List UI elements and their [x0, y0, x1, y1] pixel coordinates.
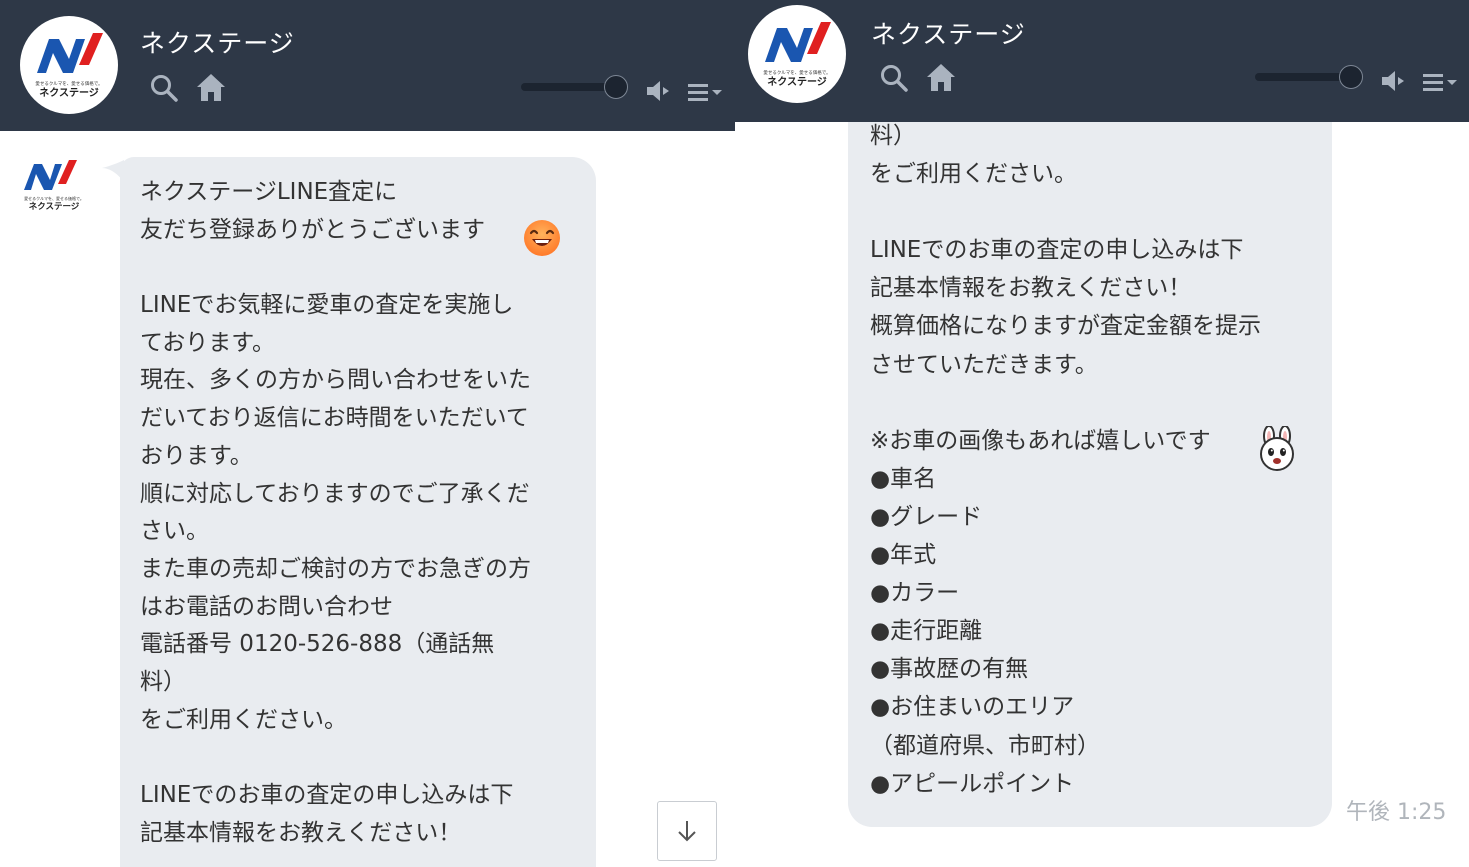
chat-header: 愛せるクルマを、愛せる価格で。 ネクステージ ネクステージ [735, 0, 1469, 122]
account-logo[interactable]: 愛せるクルマを、愛せる価格で。 ネクステージ [748, 5, 846, 103]
message-line: LINEでのお車の査定の申し込みは下 [140, 782, 514, 808]
sender-avatar[interactable]: 愛せるクルマを、愛せる価格で。 ネクステージ [22, 158, 90, 214]
message-line: ております。 [140, 329, 276, 356]
message-line: はお電話のお問い合わせ [140, 593, 393, 620]
message-line: ネクステージLINE査定に [140, 179, 398, 205]
message-line: ●年式 [870, 542, 937, 569]
message-line: 記基本情報をお教えください！ [870, 275, 1192, 302]
message-text: 料） をご利用ください。 LINEでのお車の査定の申し込みは下 記基本情報をお教えく… [870, 117, 1261, 803]
logo-brand-text: ネクステージ [39, 87, 99, 99]
message-line: 順に対応しておりますのでご了承くだ [140, 480, 530, 507]
message-line: ●お住まいのエリア [870, 694, 1075, 721]
message-line: ●グレード [870, 503, 983, 530]
smiling-face-emoji [524, 220, 560, 256]
message-timestamp: 午後 1:25 [1346, 800, 1447, 825]
message-line: だいており返信にお時間をいただいて [140, 405, 529, 432]
message-line: ●走行距離 [870, 618, 983, 645]
message-line: また車の売却ご検討の方でお急ぎの方 [140, 555, 531, 582]
chat-panel-right: 料） をご利用ください。 LINEでのお車の査定の申し込みは下 記基本情報をお教えく… [735, 0, 1469, 867]
volume-slider-knob[interactable] [1339, 65, 1363, 89]
message-line: ●カラー [870, 580, 960, 607]
message-line: さい。 [140, 518, 209, 545]
avatar-brand-text: ネクステージ [29, 201, 80, 212]
message-line: をご利用ください。 [870, 161, 1077, 188]
home-icon[interactable] [925, 62, 957, 92]
avatar-tagline: 愛せるクルマを、愛せる価格で。 [24, 195, 84, 201]
message-line: ※お車の画像もあれば嬉しいです [870, 427, 1211, 454]
message-line: 電話番号 0120-526-888（通話無 [140, 631, 495, 658]
volume-slider-knob[interactable] [604, 75, 628, 99]
rabbit-face-emoji [1260, 426, 1294, 471]
message-line: 現在、多くの方から問い合わせをいた [140, 367, 531, 394]
message-line: 料） [870, 123, 916, 149]
logo-tagline: 愛せるクルマを、愛せる価格で。 [763, 69, 830, 76]
message-line [870, 384, 1261, 422]
chat-title: ネクステージ [871, 20, 1026, 49]
message-line: 概算価格になりますが査定金額を提示 [870, 313, 1261, 340]
message-line [140, 739, 531, 777]
speaker-icon[interactable] [645, 78, 671, 104]
search-icon[interactable] [150, 74, 178, 102]
message-line: させていただきます。 [870, 351, 1098, 378]
account-logo[interactable]: 愛せるクルマを、愛せる価格で。 ネクステージ [20, 16, 118, 114]
message-text: ネクステージLINE査定に友だち登録ありがとうございます LINEでお気軽に愛車… [140, 174, 531, 852]
bubble-tail [102, 160, 124, 182]
search-icon[interactable] [880, 64, 908, 92]
speaker-icon[interactable] [1380, 68, 1406, 94]
message-line: LINEでのお車の査定の申し込みは下 [870, 237, 1244, 264]
message-line [140, 249, 531, 287]
menu-icon[interactable] [1421, 72, 1459, 94]
message-line: （都道府県、市町村） [870, 732, 1100, 759]
message-line: 記基本情報をお教えください！ [140, 819, 462, 846]
logo-tagline: 愛せるクルマを、愛せる価格で。 [35, 80, 102, 87]
home-icon[interactable] [195, 72, 227, 102]
message-line: 料） [140, 668, 186, 695]
message-line: ●アピールポイント [870, 770, 1075, 797]
chat-header: 愛せるクルマを、愛せる価格で。 ネクステージ ネクステージ [0, 0, 735, 131]
message-line: ●事故歴の有無 [870, 656, 1029, 683]
arrow-down-icon [678, 821, 696, 842]
chat-panel-left: 愛せるクルマを、愛せる価格で。 ネクステージ ネクステージ 愛せるクルマを、愛せ… [0, 0, 735, 867]
menu-icon[interactable] [686, 82, 724, 104]
chat-title: ネクステージ [140, 29, 295, 58]
message-line: おります。 [140, 442, 253, 469]
message-line: 友だち登録ありがとうございます [140, 216, 485, 243]
message-line [870, 193, 1261, 231]
message-line: ●車名 [870, 465, 937, 492]
nextage-logo-icon: 愛せるクルマを、愛せる価格で。 ネクステージ [763, 22, 831, 88]
message-line: LINEでお気軽に愛車の査定を実施し [140, 292, 514, 319]
nextage-logo-icon: 愛せるクルマを、愛せる価格で。 ネクステージ [35, 33, 103, 99]
logo-brand-text: ネクステージ [767, 76, 827, 88]
message-line: をご利用ください。 [140, 706, 347, 733]
scroll-down-button[interactable] [657, 801, 717, 861]
